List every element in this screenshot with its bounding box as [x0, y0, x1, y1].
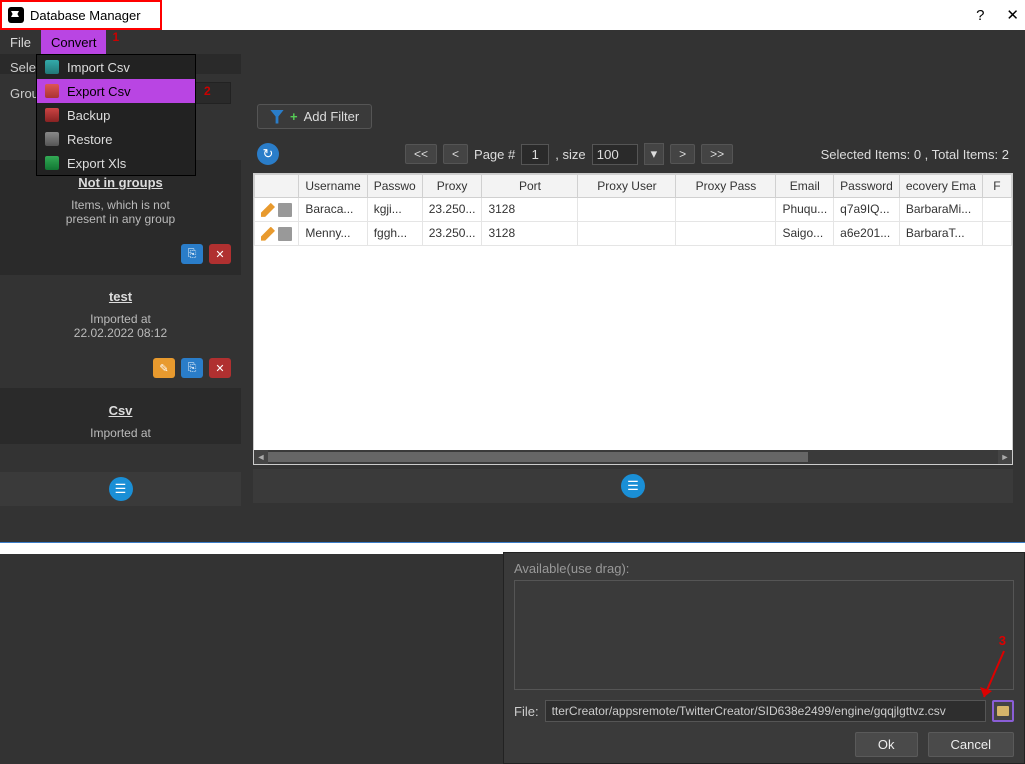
plus-icon: +: [290, 109, 298, 124]
titlebar: Database Manager ? ✕: [0, 0, 1025, 30]
annotation-3: 3: [999, 633, 1006, 648]
list-toggle-button[interactable]: ☰: [621, 474, 645, 498]
col-epassword[interactable]: Password: [834, 175, 900, 198]
page-input[interactable]: [521, 144, 549, 165]
filter-icon: [270, 110, 284, 124]
scroll-thumb[interactable]: [268, 452, 808, 462]
group-sub1: Imported at: [10, 426, 231, 440]
table-row[interactable]: Menny...fggh...23.250...3128Saigo...a6e2…: [255, 221, 1012, 245]
menu-import-csv[interactable]: Import Csv: [37, 55, 195, 79]
list-toggle-button[interactable]: ☰: [109, 477, 133, 501]
menu-export-csv[interactable]: Export Csv: [37, 79, 195, 103]
group-title: Not in groups: [10, 175, 231, 190]
col-proxy[interactable]: Proxy: [422, 175, 482, 198]
delete-button[interactable]: ✕: [209, 244, 231, 264]
pager-first[interactable]: <<: [405, 144, 437, 164]
window-title: Database Manager: [30, 8, 141, 23]
file-path-input[interactable]: [545, 700, 986, 722]
scroll-left-icon[interactable]: ◄: [254, 450, 268, 464]
select-label: Sele: [10, 60, 36, 75]
menu-export-xls[interactable]: Export Xls: [37, 151, 195, 175]
folder-icon: [997, 706, 1009, 716]
file-label: File:: [514, 704, 539, 719]
available-label: Available(use drag):: [514, 561, 1014, 576]
annotation-arrow: [978, 649, 1010, 705]
help-button[interactable]: ?: [976, 7, 984, 24]
group-sub2: 22.02.2022 08:12: [10, 326, 231, 340]
menu-import-csv-label: Import Csv: [67, 60, 130, 75]
col-recovery[interactable]: ecovery Ema: [899, 175, 982, 198]
col-actions: [255, 175, 299, 198]
size-input[interactable]: [592, 144, 638, 165]
menu-export-csv-label: Export Csv: [67, 84, 131, 99]
group-sub1: Items, which is not: [10, 198, 231, 212]
menu-restore-label: Restore: [67, 132, 113, 147]
pager-last[interactable]: >>: [701, 144, 733, 164]
group-card-not-in-groups[interactable]: Not in groups Items, which is not presen…: [0, 160, 241, 274]
col-extra[interactable]: F: [982, 175, 1011, 198]
col-port[interactable]: Port: [482, 175, 578, 198]
pager: ↻ << < Page # , size ▾ > >> Selected Ite…: [241, 135, 1025, 173]
ok-button[interactable]: Ok: [855, 732, 918, 757]
sidebar-footer: ☰: [0, 472, 241, 506]
copy-button[interactable]: ⎘: [181, 358, 203, 378]
app-icon: [8, 7, 24, 23]
delete-button[interactable]: ✕: [209, 358, 231, 378]
restore-icon: [45, 132, 59, 146]
size-dropdown[interactable]: ▾: [644, 143, 665, 165]
page-label: Page #: [474, 147, 515, 162]
menu-file[interactable]: File: [0, 30, 41, 54]
add-filter-label: Add Filter: [304, 109, 360, 124]
refresh-button[interactable]: ↻: [257, 143, 279, 165]
menu-export-xls-label: Export Xls: [67, 156, 126, 171]
cancel-button[interactable]: Cancel: [928, 732, 1014, 757]
col-email[interactable]: Email: [776, 175, 834, 198]
group-card-csv[interactable]: Csv Imported at: [0, 388, 241, 444]
pager-prev[interactable]: <: [443, 144, 468, 164]
group-sub2: present in any group: [10, 212, 231, 226]
table-row[interactable]: Baraca...kgji...23.250...3128Phuqu...q7a…: [255, 198, 1012, 222]
csv-icon: [45, 84, 59, 98]
table-header: Username Passwo Proxy Port Proxy User Pr…: [255, 175, 1012, 198]
toolbar: + Add Filter: [241, 98, 1025, 135]
copy-button[interactable]: ⎘: [181, 244, 203, 264]
size-label: , size: [555, 147, 585, 162]
edit-icon[interactable]: [261, 203, 275, 217]
trash-icon[interactable]: [278, 203, 292, 217]
menu-backup-label: Backup: [67, 108, 110, 123]
group-card-test[interactable]: test Imported at 22.02.2022 08:12 ✎ ⎘ ✕: [0, 274, 241, 388]
backup-icon: [45, 108, 59, 122]
menubar: File Convert 1: [0, 30, 1025, 54]
menu-convert[interactable]: Convert: [41, 30, 107, 54]
scroll-right-icon[interactable]: ►: [998, 450, 1012, 464]
col-password[interactable]: Passwo: [367, 175, 422, 198]
edit-button[interactable]: ✎: [153, 358, 175, 378]
group-title: test: [10, 289, 231, 304]
annotation-1: 1: [112, 30, 119, 54]
close-button[interactable]: ✕: [1006, 6, 1019, 24]
menu-backup[interactable]: Backup: [37, 103, 195, 127]
content-footer: ☰: [253, 469, 1013, 503]
file-row: File:: [514, 700, 1014, 722]
group-title: Csv: [10, 403, 231, 418]
xls-icon: [45, 156, 59, 170]
status-text: Selected Items: 0 , Total Items: 2: [821, 147, 1009, 162]
annotation-2: 2: [204, 84, 211, 98]
col-username[interactable]: Username: [299, 175, 367, 198]
col-proxy-user[interactable]: Proxy User: [578, 175, 676, 198]
edit-icon[interactable]: [261, 227, 275, 241]
csv-icon: [45, 60, 59, 74]
export-dialog: Available(use drag): 3 File: Ok Cancel: [503, 552, 1025, 764]
col-proxy-pass[interactable]: Proxy Pass: [676, 175, 776, 198]
menu-restore[interactable]: Restore: [37, 127, 195, 151]
convert-dropdown: Import Csv Export Csv Backup Restore Exp…: [36, 54, 196, 176]
data-table: Username Passwo Proxy Port Proxy User Pr…: [253, 173, 1013, 465]
add-filter-button[interactable]: + Add Filter: [257, 104, 372, 129]
trash-icon[interactable]: [278, 227, 292, 241]
group-sub1: Imported at: [10, 312, 231, 326]
drag-area[interactable]: [514, 580, 1014, 690]
pager-next[interactable]: >: [670, 144, 695, 164]
horizontal-scrollbar[interactable]: ◄ ►: [254, 450, 1012, 464]
